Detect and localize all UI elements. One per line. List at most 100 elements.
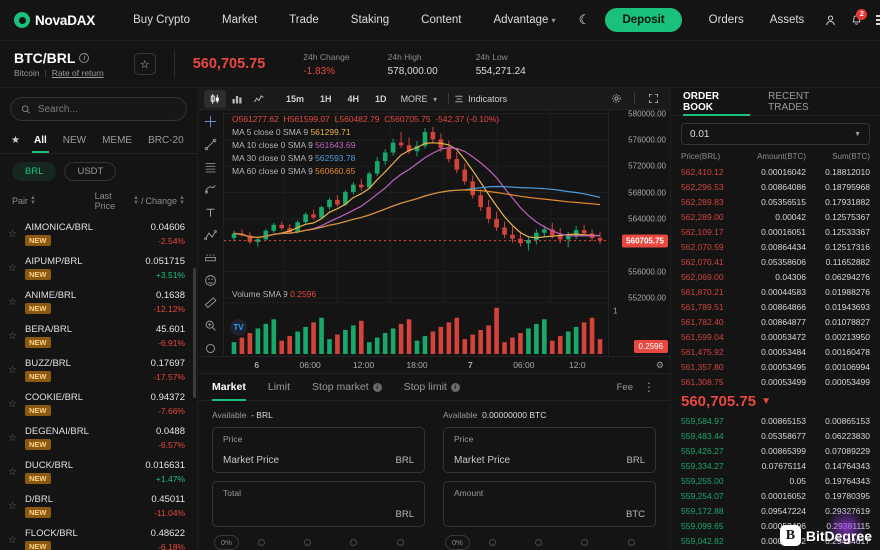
slider-segment[interactable]	[608, 539, 654, 546]
category-tab-new[interactable]: NEW	[55, 128, 94, 153]
order-book-row[interactable]: 562,410.12 0.00016042 0.18812010	[671, 165, 880, 180]
favorite-pair-button[interactable]: ☆	[133, 53, 156, 75]
price-axis[interactable]: 580000.00 576000.00 572000.00 568000.00 5640…	[608, 110, 670, 356]
slider-dot[interactable]	[396, 539, 404, 546]
order-book-row[interactable]: 559,426.27 0.00865399 0.07089229	[671, 444, 880, 459]
favorite-star-icon[interactable]: ☆	[8, 399, 25, 410]
coin-row[interactable]: ☆ BERA/BRL NEW 45.601 -6.91%	[0, 319, 197, 353]
coin-row[interactable]: ☆ AIPUMP/BRL NEW 0.051715 +3.51%	[0, 251, 197, 285]
tab-recent-trades[interactable]: RECENT TRADES	[768, 88, 850, 116]
search-input[interactable]	[37, 103, 176, 115]
favorite-star-icon[interactable]: ☆	[8, 263, 25, 274]
axis-settings-icon[interactable]: ⚙	[656, 360, 664, 371]
menu-button[interactable]	[869, 7, 880, 33]
order-book-row[interactable]: 559,255.00 0.05 0.19764343	[671, 474, 880, 489]
theme-toggle-button[interactable]: ☾	[571, 7, 597, 33]
time-axis[interactable]: ⚙ 6 06:00 12:00 18:00 7 06:00 12:0	[198, 356, 670, 373]
info-icon[interactable]: i	[450, 382, 460, 392]
crosshair-icon[interactable]	[204, 114, 217, 130]
order-book-row[interactable]: 562,070.41 0.05358606 0.11652882	[671, 255, 880, 270]
order-book-row[interactable]: 561,475.92 0.00053484 0.00160478	[671, 345, 880, 360]
pitchfork-icon[interactable]	[204, 182, 217, 198]
slider-segment[interactable]	[239, 539, 285, 546]
indicators-button[interactable]: Indicators	[454, 94, 507, 104]
nav-market[interactable]: Market	[206, 14, 273, 26]
fibonacci-icon[interactable]	[204, 159, 217, 175]
nav-assets[interactable]: Assets	[757, 14, 818, 26]
order-book-row[interactable]: 562,289.00 0.00042 0.12575367	[671, 210, 880, 225]
favorite-star-icon[interactable]: ☆	[8, 501, 25, 512]
ask-rows[interactable]: 562,410.12 0.00016042 0.18812010 562,296.53…	[671, 165, 880, 390]
notifications-button[interactable]: 2	[843, 7, 869, 33]
magnet-tool-icon[interactable]	[204, 340, 217, 356]
slider-dot[interactable]	[535, 539, 543, 546]
chart-settings-button[interactable]	[605, 90, 627, 108]
quote-tab-brl[interactable]: BRL	[12, 162, 57, 181]
order-tab-stop-limit[interactable]: Stop limit i	[404, 374, 460, 401]
slider-segment[interactable]	[516, 539, 562, 546]
coin-row[interactable]: ☆ DEGENAI/BRL NEW 0.0488 -6.57%	[0, 421, 197, 455]
favorite-star-icon[interactable]: ☆	[8, 331, 25, 342]
order-tab-stop-market[interactable]: Stop market i	[312, 374, 382, 401]
favorites-star-icon[interactable]: ★	[4, 135, 26, 146]
column-pair[interactable]: Pair ▲ ▼	[12, 195, 95, 206]
order-book-row[interactable]: 562,070.59 0.00864434 0.12517316	[671, 240, 880, 255]
nav-staking[interactable]: Staking	[335, 14, 405, 26]
slider-dot[interactable]	[258, 539, 266, 546]
category-tab-meme[interactable]: MEME	[94, 128, 140, 153]
order-tab-limit[interactable]: Limit	[268, 374, 290, 401]
order-book-row[interactable]: 559,334.27 0.07675114 0.14764343	[671, 459, 880, 474]
info-icon[interactable]: i	[79, 53, 90, 63]
nav-trade[interactable]: Trade	[273, 14, 335, 26]
percent-pill-0[interactable]: 0%	[445, 535, 470, 550]
order-book-row[interactable]: 562,109.17 0.00016051 0.12533367	[671, 225, 880, 240]
order-book-row[interactable]: 562,289.83 0.05356515 0.17931882	[671, 195, 880, 210]
favorite-star-icon[interactable]: ☆	[8, 467, 25, 478]
deposit-button[interactable]: Deposit	[605, 8, 682, 32]
coin-row[interactable]: ☆ BUZZ/BRL NEW 0.17697 -17.57%	[0, 353, 197, 387]
brand-logo[interactable]: NovaDAX	[14, 12, 95, 28]
slider-segment[interactable]	[470, 539, 516, 546]
order-book-row[interactable]: 562,069.00 0.04306 0.06294276	[671, 270, 880, 285]
column-price-change[interactable]: Last Price ▲ ▼ / Change ▲ ▼	[95, 191, 185, 211]
slider-segment[interactable]	[377, 539, 423, 546]
bar-chart-icon[interactable]	[226, 90, 248, 108]
coin-row[interactable]: ☆ FLOCK/BRL NEW 0.48622 -6.18%	[0, 523, 197, 550]
order-book-row[interactable]: 559,483.44 0.05358677 0.06223830	[671, 429, 880, 444]
slider-segment[interactable]	[562, 539, 608, 546]
order-book-row[interactable]: 561,308.75 0.00053499 0.00053499	[671, 375, 880, 390]
buy-percent-slider[interactable]: 0%	[212, 535, 425, 550]
coin-row[interactable]: ☆ D/BRL NEW 0.45011 -11.04%	[0, 489, 197, 523]
order-book-row[interactable]: 559,584.97 0.00865153 0.00865153	[671, 414, 880, 429]
candlestick-chart-icon[interactable]	[204, 89, 226, 108]
fullscreen-button[interactable]	[642, 90, 664, 108]
nav-orders[interactable]: Orders	[696, 14, 757, 26]
order-book-row[interactable]: 559,254.07 0.00016052 0.19780395	[671, 489, 880, 504]
slider-dot[interactable]	[350, 539, 358, 546]
trend-line-icon[interactable]	[204, 137, 217, 153]
slider-dot[interactable]	[304, 539, 312, 546]
order-tab-market[interactable]: Market	[212, 374, 246, 401]
slider-segment[interactable]	[285, 539, 331, 546]
line-chart-icon[interactable]	[248, 90, 270, 108]
order-book-row[interactable]: 561,789.51 0.00864866 0.01943693	[671, 300, 880, 315]
order-book-row[interactable]: 561,870.21 0.00044583 0.01988276	[671, 285, 880, 300]
order-book-row[interactable]: 562,296.53 0.00864086 0.18795968	[671, 180, 880, 195]
timeframe-1h[interactable]: 1H	[312, 94, 340, 104]
slider-dot[interactable]	[489, 539, 497, 546]
coin-row[interactable]: ☆ ANIME/BRL NEW 0.1638 -12.12%	[0, 285, 197, 319]
favorite-star-icon[interactable]: ☆	[8, 229, 25, 240]
market-coin-list[interactable]: ☆ AIMONICA/BRL NEW 0.04606 -2.54% ☆ AIPUMP/BRL…	[0, 217, 197, 550]
sell-percent-slider[interactable]: 0%	[443, 535, 656, 550]
buy-total-field[interactable]: Total BRL	[212, 481, 425, 527]
nav-content[interactable]: Content	[405, 14, 477, 26]
quote-tab-usdt[interactable]: USDT	[64, 162, 117, 181]
search-box[interactable]	[10, 97, 187, 121]
sell-amount-field[interactable]: Amount BTC	[443, 481, 656, 527]
grouping-select[interactable]: 0.01 ▼	[681, 123, 870, 145]
order-book-row[interactable]: 561,599.04 0.00053472 0.00213950	[671, 330, 880, 345]
coin-row[interactable]: ☆ AIMONICA/BRL NEW 0.04606 -2.54%	[0, 217, 197, 251]
text-tool-icon[interactable]	[204, 205, 217, 221]
slider-dot[interactable]	[627, 539, 635, 546]
info-icon[interactable]: i	[372, 382, 382, 392]
